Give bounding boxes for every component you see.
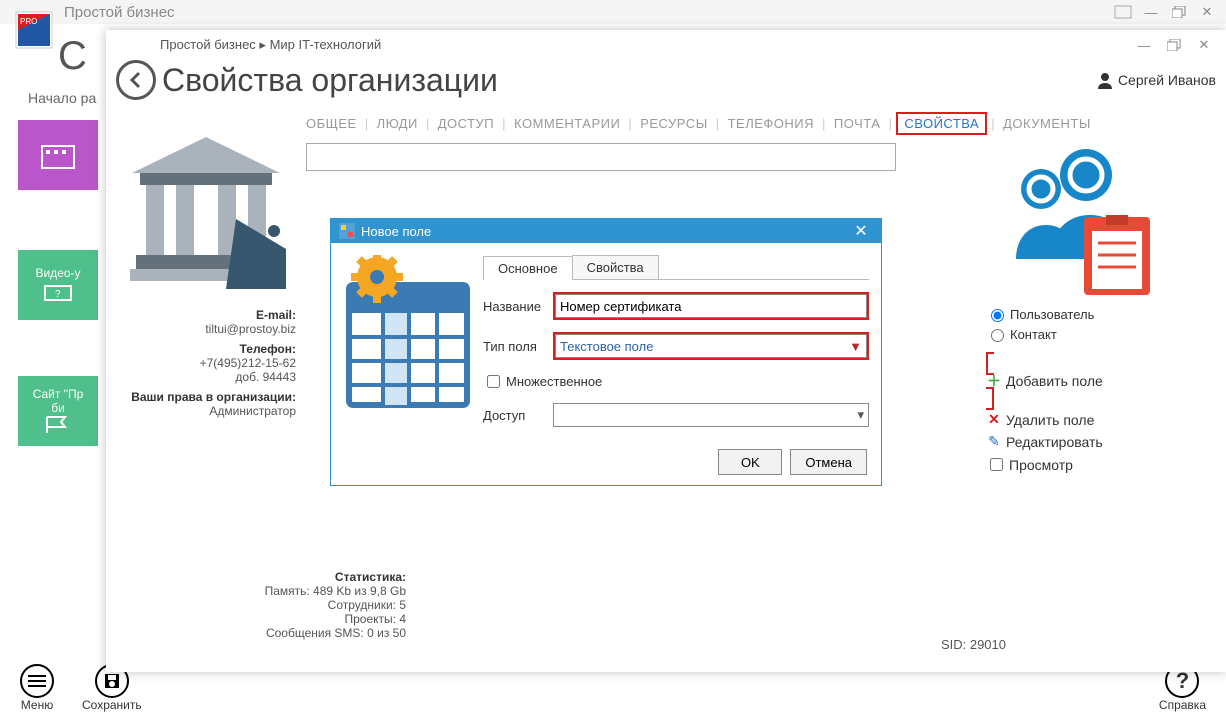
stats-block: Статистика: Память: 489 Kb из 9,8 Gb Сот… <box>226 570 406 640</box>
dialog-titlebar[interactable]: Новое поле ✕ <box>331 219 881 243</box>
titlebar-maximize-icon[interactable] <box>1168 3 1190 21</box>
radio-user[interactable]: Пользователь <box>986 306 1206 322</box>
current-user[interactable]: Сергей Иванов <box>1096 71 1216 89</box>
phone-value2: доб. 94443 <box>116 370 296 384</box>
window-maximize-icon[interactable] <box>1162 33 1186 57</box>
delete-field-action[interactable]: ✕ Удалить поле <box>986 411 1206 428</box>
window-close-icon[interactable]: ✕ <box>1192 33 1216 57</box>
tab-general[interactable]: ОБЩЕЕ <box>306 116 357 131</box>
app-titlebar: PRO Простой бизнес — ✕ <box>0 0 1226 24</box>
access-select[interactable]: ▾ <box>553 403 869 427</box>
field-type-label: Тип поля <box>483 339 553 354</box>
access-label: Доступ <box>483 408 553 423</box>
rights-value: Администратор <box>116 404 296 418</box>
tab-people[interactable]: ЛЮДИ <box>377 116 418 131</box>
new-field-dialog: Новое поле ✕ <box>330 218 882 486</box>
bg-tile-org[interactable] <box>18 120 98 190</box>
field-name-label: Название <box>483 299 553 314</box>
user-icon <box>1096 71 1114 89</box>
phone-label: Телефон: <box>116 342 296 356</box>
x-icon: ✕ <box>986 411 1002 428</box>
bg-tile-site[interactable]: Сайт "Пр би <box>18 376 98 446</box>
people-with-clipboard-icon <box>986 139 1156 299</box>
table-with-gear-icon <box>343 255 473 415</box>
arrow-left-icon <box>125 69 147 91</box>
cancel-button[interactable]: Отмена <box>790 449 867 475</box>
bg-tile-video-lessons[interactable]: Видео-у ? <box>18 250 98 320</box>
tab-documents[interactable]: ДОКУМЕНТЫ <box>1003 116 1091 131</box>
building-icon <box>40 140 76 170</box>
field-name-input[interactable] <box>555 294 867 318</box>
save-icon <box>103 672 121 690</box>
multiple-checkbox[interactable]: Множественное <box>483 372 869 391</box>
org-name-input[interactable] <box>306 143 896 171</box>
dialog-tab-props[interactable]: Свойства <box>572 255 659 279</box>
titlebar-minimize-icon[interactable]: — <box>1140 3 1162 21</box>
window-topbar: Простой бизнес ▸ Мир IT-технологий — ✕ <box>106 30 1226 60</box>
dialog-icon <box>339 223 355 239</box>
window-minimize-icon[interactable]: — <box>1132 33 1156 57</box>
svg-text:PRO: PRO <box>20 17 37 26</box>
page-title: Свойства организации <box>162 62 498 99</box>
tab-mail[interactable]: ПОЧТА <box>834 116 881 131</box>
app-logo: PRO <box>14 10 54 50</box>
tab-comments[interactable]: КОММЕНТАРИИ <box>514 116 620 131</box>
tab-telephony[interactable]: ТЕЛЕФОНИЯ <box>728 116 814 131</box>
sid-label: SID: 29010 <box>941 637 1006 652</box>
dialog-tab-main[interactable]: Основное <box>483 256 573 280</box>
breadcrumb: Простой бизнес ▸ Мир IT-технологий <box>160 37 381 53</box>
plus-icon: ＋ <box>986 371 1002 391</box>
menu-button[interactable]: Меню <box>20 664 54 712</box>
tab-resources[interactable]: РЕСУРСЫ <box>640 116 707 131</box>
dialog-tabs: Основное Свойства <box>483 255 869 280</box>
chevron-down-icon: ▼ <box>849 339 862 354</box>
dialog-close-icon[interactable]: ✕ <box>849 221 873 241</box>
bg-letter: С <box>58 34 87 79</box>
monitor-icon: ? <box>43 284 73 304</box>
tab-properties[interactable]: СВОЙСТВА <box>896 112 987 135</box>
dialog-footer: OK Отмена <box>331 439 881 485</box>
ok-button[interactable]: OK <box>718 449 782 475</box>
radio-contact[interactable]: Контакт <box>986 326 1206 342</box>
bg-start-label: Начало ра <box>28 90 96 106</box>
field-type-select[interactable]: Текстовое поле ▼ <box>555 334 867 358</box>
org-info-panel: E-mail: tiltui@prostoy.biz Телефон: +7(4… <box>106 139 306 479</box>
chevron-down-icon: ▾ <box>857 407 864 423</box>
titlebar-box-icon[interactable] <box>1112 3 1134 21</box>
add-field-action[interactable]: ＋ Добавить поле <box>986 352 1206 410</box>
dialog-title: Новое поле <box>361 224 431 239</box>
phone-value1: +7(495)212-15-62 <box>116 356 296 370</box>
app-title: Простой бизнес <box>64 4 175 21</box>
titlebar-close-icon[interactable]: ✕ <box>1196 3 1218 21</box>
back-button[interactable] <box>116 60 156 100</box>
pencil-icon: ✎ <box>986 433 1002 450</box>
right-panel: Пользователь Контакт ＋ Добавить поле ✕ У… <box>986 139 1206 479</box>
svg-text:?: ? <box>55 289 61 300</box>
edit-action[interactable]: ✎ Редактировать <box>986 433 1206 450</box>
hamburger-icon <box>28 674 46 688</box>
tab-access[interactable]: ДОСТУП <box>438 116 494 131</box>
institution-icon <box>116 119 296 299</box>
view-checkbox[interactable]: Просмотр <box>986 455 1206 474</box>
flag-icon <box>43 415 73 435</box>
email-label: E-mail: <box>116 308 296 322</box>
rights-label: Ваши права в организации: <box>116 390 296 404</box>
email-value: tiltui@prostoy.biz <box>116 322 296 336</box>
